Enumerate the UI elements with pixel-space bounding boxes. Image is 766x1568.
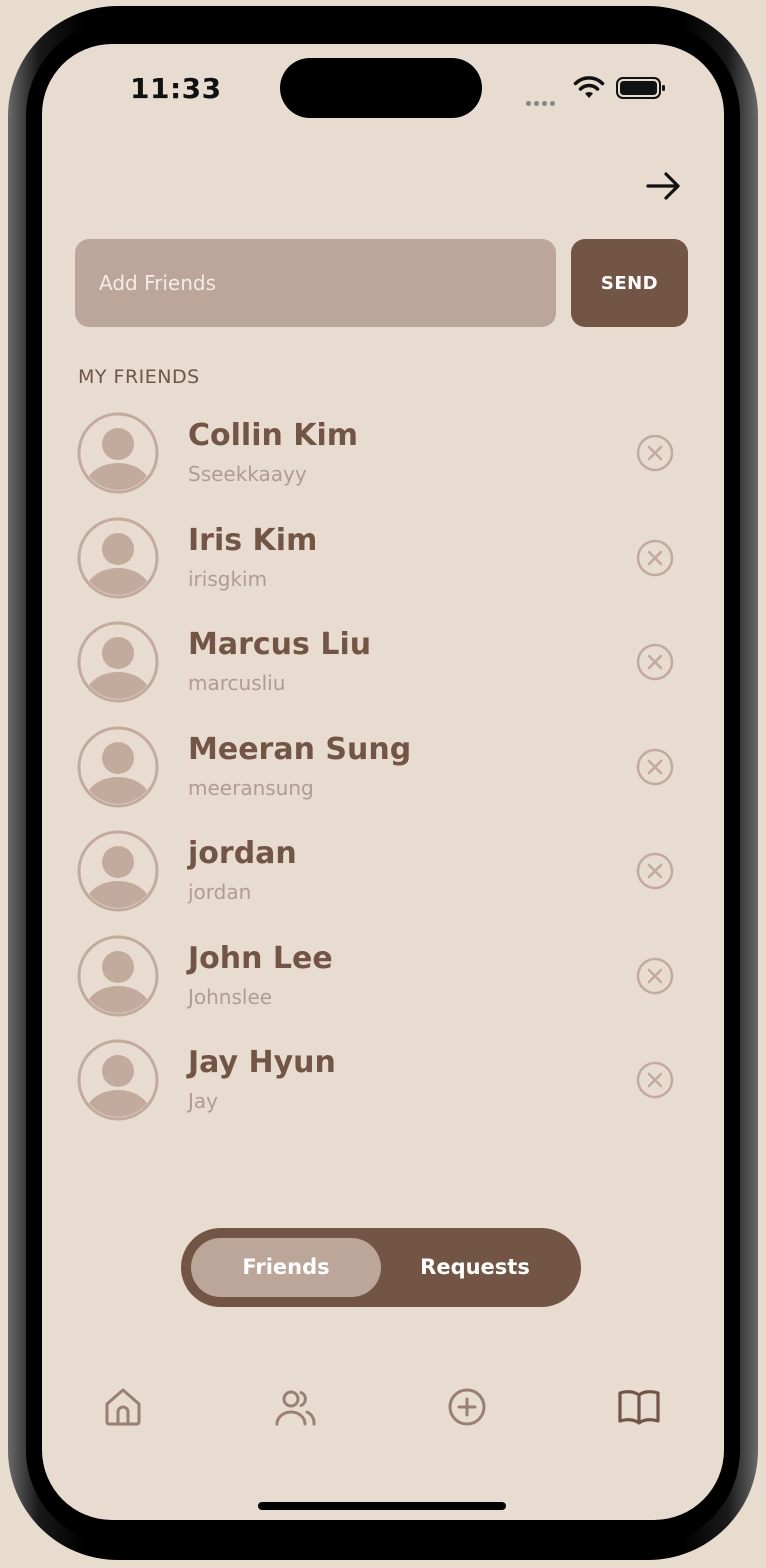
friend-row: Jay Hyun Jay	[42, 1039, 724, 1143]
friend-username: jordan	[188, 880, 252, 904]
remove-friend-icon[interactable]	[636, 434, 674, 472]
remove-friend-icon[interactable]	[636, 957, 674, 995]
add-circle-icon[interactable]	[444, 1384, 490, 1430]
remove-friend-icon[interactable]	[636, 643, 674, 681]
avatar-icon	[77, 517, 159, 599]
friend-row: jordan jordan	[42, 830, 724, 934]
friends-requests-toggle: Friends Requests	[181, 1228, 581, 1307]
friend-name: Collin Kim	[188, 418, 359, 453]
app-screen: 11:33 SEND MY FRIENDS Collin Kim Sseekka…	[42, 44, 724, 1520]
friend-row: John Lee Johnslee	[42, 935, 724, 1039]
friend-name: Meeran Sung	[188, 732, 412, 767]
remove-friend-icon[interactable]	[636, 539, 674, 577]
friend-username: Sseekkaayy	[188, 462, 307, 486]
tab-requests[interactable]: Requests	[385, 1238, 565, 1297]
wifi-icon	[573, 76, 605, 98]
friend-username: meeransung	[188, 776, 314, 800]
avatar-icon	[77, 830, 159, 912]
add-friends-input[interactable]	[75, 239, 556, 327]
battery-icon	[616, 77, 665, 99]
remove-friend-icon[interactable]	[636, 748, 674, 786]
people-icon[interactable]	[272, 1384, 318, 1430]
remove-friend-icon[interactable]	[636, 852, 674, 890]
friend-row: Iris Kim irisgkim	[42, 517, 724, 621]
friend-row: Collin Kim Sseekkaayy	[42, 412, 724, 516]
friend-username: marcusliu	[188, 671, 286, 695]
friend-row: Marcus Liu marcusliu	[42, 621, 724, 725]
tab-friends[interactable]: Friends	[191, 1238, 381, 1297]
friend-username: irisgkim	[188, 567, 268, 591]
remove-friend-icon[interactable]	[636, 1061, 674, 1099]
avatar-icon	[77, 935, 159, 1017]
friend-name: Marcus Liu	[188, 627, 372, 662]
signal-icon	[526, 91, 558, 110]
friend-name: jordan	[188, 836, 297, 871]
send-button[interactable]: SEND	[571, 239, 688, 327]
friend-name: John Lee	[188, 941, 333, 976]
my-friends-title: MY FRIENDS	[78, 366, 200, 388]
home-indicator	[258, 1502, 506, 1510]
avatar-icon	[77, 1039, 159, 1121]
home-icon[interactable]	[100, 1384, 146, 1430]
friend-name: Jay Hyun	[188, 1045, 336, 1080]
friend-name: Iris Kim	[188, 523, 318, 558]
arrow-right-icon[interactable]	[642, 166, 686, 206]
book-icon[interactable]	[616, 1384, 662, 1430]
avatar-icon	[77, 412, 159, 494]
avatar-icon	[77, 621, 159, 703]
status-time: 11:33	[130, 72, 222, 105]
friend-row: Meeran Sung meeransung	[42, 726, 724, 830]
dynamic-island	[280, 58, 482, 118]
avatar-icon	[77, 726, 159, 808]
friend-username: Jay	[188, 1089, 218, 1113]
friend-username: Johnslee	[188, 985, 273, 1009]
